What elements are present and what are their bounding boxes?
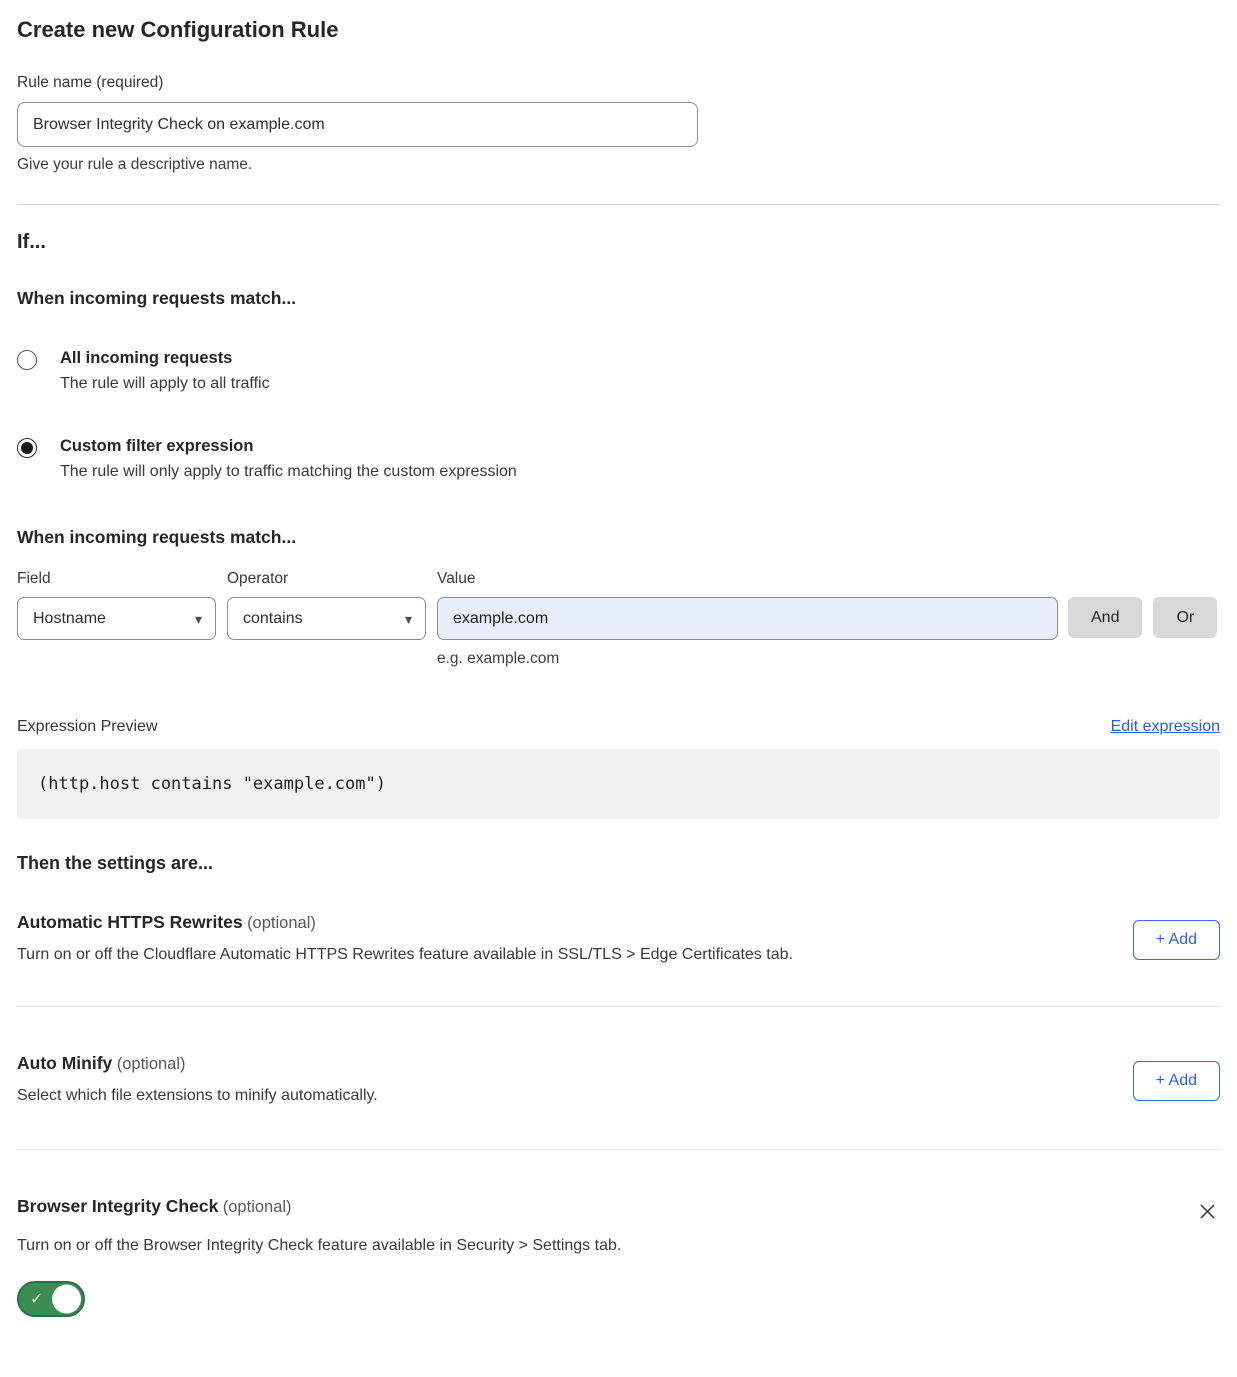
setting-name: Automatic HTTPS Rewrites [17, 912, 243, 932]
operator-select[interactable]: contains ▾ [227, 597, 426, 640]
rule-name-label: Rule name (required) [17, 74, 1220, 92]
radio-option-label: All incoming requests [60, 349, 270, 368]
setting-auto-minify: Auto Minify (optional) Select which file… [17, 1053, 1220, 1105]
operator-label: Operator [227, 570, 426, 588]
and-button[interactable]: And [1068, 597, 1142, 638]
expression-preview-label: Expression Preview [17, 718, 158, 736]
then-settings-heading: Then the settings are... [17, 853, 1220, 874]
value-label: Value [437, 570, 1058, 588]
close-icon[interactable] [1195, 1199, 1220, 1224]
setting-description: Turn on or off the Browser Integrity Che… [17, 1237, 1220, 1255]
radio-option-custom-filter-expression[interactable]: Custom filter expression The rule will o… [17, 437, 1220, 481]
setting-name: Auto Minify [17, 1053, 112, 1073]
add-auto-minify-button[interactable]: + Add [1133, 1061, 1220, 1101]
radio-option-description: The rule will only apply to traffic matc… [60, 463, 517, 481]
match-heading: When incoming requests match... [17, 288, 1220, 309]
if-heading: If... [17, 229, 1220, 255]
expression-builder-heading: When incoming requests match... [17, 527, 1220, 548]
expression-preview-code: (http.host contains "example.com") [17, 749, 1220, 819]
field-select[interactable]: Hostname ▾ [17, 597, 216, 640]
setting-description: Turn on or off the Cloudflare Automatic … [17, 946, 793, 964]
edit-expression-link[interactable]: Edit expression [1111, 718, 1220, 736]
rule-name-input[interactable] [17, 102, 698, 147]
radio-button-selected[interactable] [17, 438, 37, 458]
x-icon [1197, 1201, 1218, 1222]
divider [17, 204, 1220, 205]
setting-automatic-https-rewrites: Automatic HTTPS Rewrites (optional) Turn… [17, 912, 1220, 964]
setting-optional-tag: (optional) [117, 1055, 186, 1073]
field-select-value: Hostname [33, 610, 106, 628]
or-button[interactable]: Or [1153, 597, 1217, 638]
value-input[interactable] [437, 597, 1058, 640]
value-help: e.g. example.com [437, 650, 1058, 668]
radio-option-all-incoming-requests[interactable]: All incoming requests The rule will appl… [17, 349, 1220, 393]
radio-option-label: Custom filter expression [60, 437, 517, 456]
setting-name: Browser Integrity Check [17, 1196, 218, 1216]
page-title: Create new Configuration Rule [17, 16, 1220, 44]
expression-builder: Field Hostname ▾ Operator contains ▾ Val… [17, 570, 1220, 668]
setting-optional-tag: (optional) [223, 1198, 292, 1216]
operator-select-value: contains [243, 610, 303, 628]
radio-option-description: The rule will apply to all traffic [60, 375, 270, 393]
radio-button-unselected[interactable] [17, 350, 37, 370]
divider [17, 1149, 1220, 1150]
check-icon: ✓ [30, 1289, 43, 1309]
chevron-down-icon: ▾ [405, 612, 412, 626]
setting-optional-tag: (optional) [247, 914, 316, 932]
divider [17, 1006, 1220, 1007]
chevron-down-icon: ▾ [195, 612, 202, 626]
create-configuration-rule-page: Create new Configuration Rule Rule name … [0, 0, 1237, 1329]
rule-name-help: Give your rule a descriptive name. [17, 156, 1220, 174]
expression-code-text: (http.host contains "example.com") [38, 774, 386, 794]
browser-integrity-toggle[interactable]: ✓ [17, 1281, 85, 1317]
toggle-knob [52, 1285, 81, 1314]
field-label: Field [17, 570, 216, 588]
add-automatic-https-rewrites-button[interactable]: + Add [1133, 920, 1220, 960]
setting-browser-integrity-check: Browser Integrity Check (optional) [17, 1196, 1220, 1224]
setting-description: Select which file extensions to minify a… [17, 1087, 378, 1105]
